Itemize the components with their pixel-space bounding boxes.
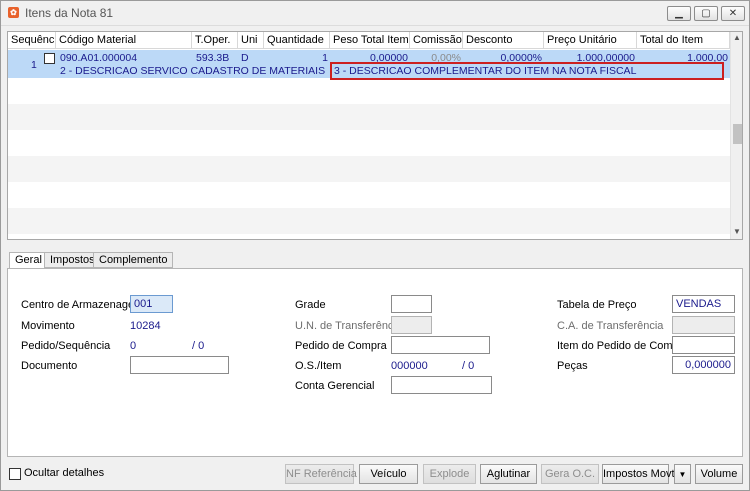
empty-row [8,156,730,182]
col-header-preco-unitario[interactable]: Preço Unitário [544,32,637,49]
cell-codigo-material: 090.A01.000004 [60,52,138,64]
pedido-compra-input[interactable] [391,336,490,354]
impostos-movto-button[interactable]: Impostos Movto [602,464,681,484]
label-ca-transferencia: C.A. de Transferência [557,320,664,332]
label-tabela-preco: Tabela de Preço [557,299,637,311]
cell-quantidade: 1 [322,52,328,64]
maximize-button[interactable]: ▢ [694,6,718,21]
cell-uni: D [241,52,249,64]
empty-row [8,78,730,104]
cell-descricao: 2 - DESCRICAO SERVICO CADASTRO DE MATERI… [60,65,326,77]
grade-input[interactable] [391,295,432,313]
label-grade: Grade [295,299,326,311]
label-pedido-compra: Pedido de Compra [295,340,387,352]
aglutinar-button[interactable]: Aglutinar [480,464,537,484]
col-header-quantidade[interactable]: Quantidade [264,32,330,49]
nf-referencia-button[interactable]: NF Referência [285,464,357,484]
row-select-checkbox[interactable] [44,53,55,64]
os-item-value: / 0 [462,360,475,372]
sequencia-value: / 0 [192,340,205,352]
explode-button[interactable]: Explode [423,464,476,484]
ocultar-detalhes-checkbox[interactable] [9,468,21,480]
tab-complemento[interactable]: Complemento [93,252,174,268]
ocultar-detalhes-label[interactable]: Ocultar detalhes [24,467,104,479]
empty-row [8,208,730,234]
tab-panel-geral: Centro de Armazenagem 001 Movimento 1028… [7,268,743,457]
col-header-comissao[interactable]: Comissão [410,32,463,49]
scroll-up-icon[interactable]: ▲ [733,33,741,42]
label-pedido-sequencia: Pedido/Sequência [21,340,111,352]
close-button[interactable]: ✕ [721,6,745,21]
more-options-button[interactable]: ▼ [674,464,691,484]
col-header-toper[interactable]: T.Oper. [192,32,238,49]
item-pedido-compra-input[interactable] [672,336,735,354]
col-header-uni[interactable]: Uni [238,32,264,49]
tabela-preco-input[interactable]: VENDAS [672,295,735,313]
cell-sequencia: 1 [31,59,37,71]
pedido-value: 0 [130,340,137,352]
col-header-peso-total[interactable]: Peso Total Item [330,32,410,49]
grid-vertical-scrollbar[interactable]: ▲ ▼ [730,32,742,239]
title-bar: ✿ Itens da Nota 81 ▁ ▢ ✕ [1,1,749,26]
empty-row [8,182,730,208]
label-conta-gerencial: Conta Gerencial [295,380,375,392]
label-un-transferencia: U.N. de Transferência [295,320,402,332]
app-logo-icon: ✿ [8,7,19,18]
cell-toper: 593.3B [196,52,230,64]
gera-oc-button[interactable]: Gera O.C. [541,464,599,484]
label-os-item: O.S./Item [295,360,342,372]
empty-row [8,130,730,156]
minimize-icon: ▁ [675,8,683,19]
tab-geral[interactable]: Geral [9,252,48,269]
os-value: 000000 [391,360,428,372]
movimento-value: 10284 [130,320,161,332]
documento-input[interactable] [130,356,229,374]
veiculo-button[interactable]: Veículo [359,464,418,484]
window-title: Itens da Nota 81 [25,6,114,20]
grid-header: Sequência Código Material T.Oper. Uni Qu… [8,32,730,49]
maximize-icon: ▢ [701,8,711,19]
pecas-input[interactable]: 0,000000 [672,356,735,374]
label-documento: Documento [21,360,78,372]
conta-gerencial-input[interactable] [391,376,492,394]
col-header-total-item[interactable]: Total do Item [637,32,730,49]
label-movimento: Movimento [21,320,75,332]
label-item-pedido-compra: Item do Pedido de Compra [557,340,689,352]
empty-row [8,104,730,130]
col-header-sequencia[interactable]: Sequência [8,32,56,49]
label-pecas: Peças [557,360,588,372]
minimize-button[interactable]: ▁ [667,6,691,21]
close-icon: ✕ [728,8,738,19]
items-grid[interactable]: Sequência Código Material T.Oper. Uni Qu… [7,31,743,240]
itens-nota-window: ✿ Itens da Nota 81 ▁ ▢ ✕ Sequência Códig… [0,0,750,491]
col-header-desconto[interactable]: Desconto [463,32,544,49]
volume-button[interactable]: Volume [695,464,743,484]
scroll-down-icon[interactable]: ▼ [733,227,741,236]
scrollbar-thumb[interactable] [733,124,742,144]
col-header-codigo-material[interactable]: Código Material [56,32,192,49]
un-transferencia-input [391,316,432,334]
centro-armazenagem-input[interactable]: 001 [130,295,173,313]
dropdown-arrow-icon: ▼ [678,470,687,479]
ca-transferencia-input [672,316,735,334]
label-centro-armazenagem: Centro de Armazenagem [21,299,144,311]
